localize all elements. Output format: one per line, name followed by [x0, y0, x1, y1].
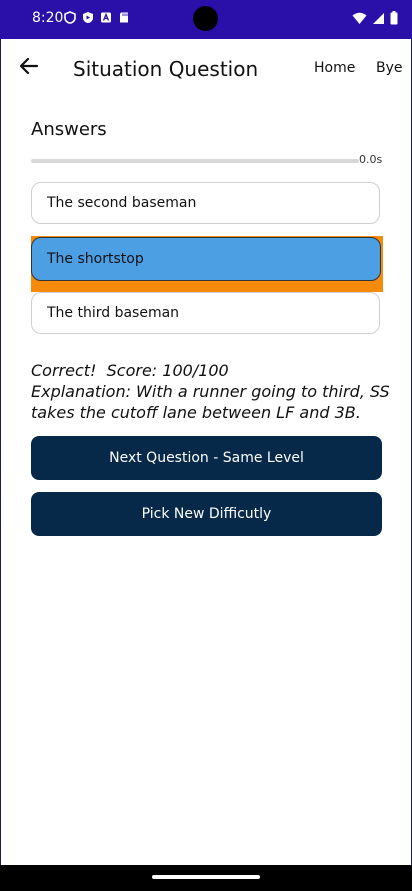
nav-home-link[interactable]: Home — [314, 60, 355, 76]
timer-progress-bar — [31, 159, 359, 163]
a-icon — [101, 12, 111, 23]
system-navigation-bar — [0, 865, 412, 891]
answers-heading: Answers — [31, 119, 107, 140]
answer-option-second-baseman[interactable]: The second baseman — [31, 182, 380, 224]
home-gesture-handle[interactable] — [152, 875, 260, 879]
result-explanation-line-2: takes the cutoff lane between LF and 3B. — [31, 403, 361, 422]
wifi-icon — [352, 12, 367, 24]
status-bar: 8:20 — [0, 0, 412, 39]
next-question-button[interactable]: Next Question - Same Level — [31, 436, 382, 480]
nav-bye-link[interactable]: Bye — [376, 60, 403, 76]
answer-option-third-baseman[interactable]: The third baseman — [31, 292, 380, 334]
page-title: Situation Question — [73, 57, 259, 81]
result-explanation-line-1: Explanation: With a runner going to thir… — [31, 382, 390, 401]
timer-label: 0.0s — [359, 153, 383, 166]
back-arrow-icon[interactable] — [19, 56, 39, 76]
result-score: Correct! Score: 100/100 — [31, 361, 229, 380]
app-bar: Situation Question Home Bye — [1, 39, 411, 97]
play-protect-icon — [83, 12, 93, 23]
signal-icon — [373, 12, 384, 24]
battery-icon — [390, 11, 398, 25]
status-time: 8:20 — [32, 10, 64, 26]
sd-card-icon — [120, 12, 128, 23]
status-system-icons — [352, 11, 398, 25]
status-notification-icons — [64, 11, 130, 24]
pick-difficulty-button[interactable]: Pick New Difficutly — [31, 492, 382, 536]
app-screen: Situation Question Home Bye Answers 0.0s… — [1, 39, 411, 865]
camera-cutout — [193, 6, 218, 31]
answer-option-shortstop[interactable]: The shortstop — [31, 237, 381, 281]
result-feedback: Correct! Score: 100/100 Explanation: Wit… — [31, 360, 390, 423]
shield-icon — [64, 11, 76, 24]
